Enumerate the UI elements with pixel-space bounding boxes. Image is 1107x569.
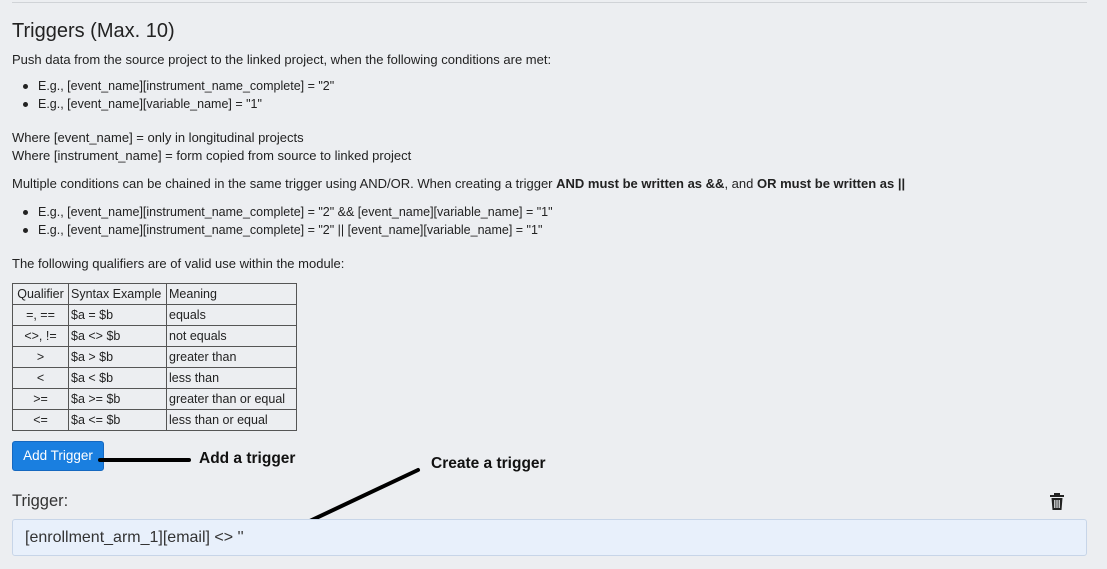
- table-row: < $a < $b less than: [12, 367, 297, 389]
- table-cell: $a < $b: [68, 367, 167, 389]
- table-cell: greater than: [166, 346, 297, 368]
- section-title: Triggers (Max. 10): [12, 20, 175, 42]
- table-header: Syntax Example: [68, 283, 167, 305]
- top-divider: [12, 2, 1087, 3]
- qualifiers-intro: The following qualifiers are of valid us…: [12, 256, 345, 271]
- chain-example-1: E.g., [event_name][instrument_name_compl…: [23, 205, 553, 219]
- table-cell: >: [12, 346, 69, 368]
- table-row: >= $a >= $b greater than or equal: [12, 388, 297, 410]
- add-trigger-button[interactable]: Add Trigger: [12, 441, 104, 471]
- chain-and-rule: AND must be written as &&: [556, 176, 725, 191]
- table-cell: $a >= $b: [68, 388, 167, 410]
- chain-text: Multiple conditions can be chained in th…: [12, 175, 905, 193]
- table-cell: less than: [166, 367, 297, 389]
- trigger-label: Trigger:: [12, 492, 69, 510]
- table-cell: greater than or equal: [166, 388, 297, 410]
- create-trigger-annotation: Create a trigger: [431, 455, 546, 472]
- where-instrument-text: Where [instrument_name] = form copied fr…: [12, 148, 412, 163]
- table-row: <= $a <= $b less than or equal: [12, 409, 297, 431]
- chain-text-2: , and: [724, 176, 757, 191]
- trash-icon[interactable]: [1049, 493, 1065, 510]
- example-item-2: E.g., [event_name][variable_name] = "1": [23, 97, 262, 111]
- table-header: Qualifier: [12, 283, 69, 305]
- table-header-row: Qualifier Syntax Example Meaning: [12, 283, 297, 305]
- example-item-1: E.g., [event_name][instrument_name_compl…: [22, 79, 335, 93]
- table-cell: <: [12, 367, 69, 389]
- table-cell: =, ==: [12, 304, 69, 326]
- chain-or-rule: OR must be written as ||: [756, 176, 906, 191]
- table-cell: $a > $b: [68, 346, 167, 368]
- table-cell: >=: [12, 388, 69, 410]
- add-trigger-annotation: Add a trigger: [199, 450, 296, 467]
- table-cell: $a <> $b: [68, 325, 167, 347]
- where-event-text: Where [event_name] = only in longitudina…: [12, 130, 304, 145]
- table-header: Meaning: [166, 283, 297, 305]
- table-cell: $a <= $b: [68, 409, 167, 431]
- chain-example-2: E.g., [event_name][instrument_name_compl…: [22, 223, 543, 237]
- table-cell: $a = $b: [68, 304, 167, 326]
- table-cell: not equals: [166, 325, 297, 347]
- table-row: <>, != $a <> $b not equals: [12, 325, 297, 347]
- trigger-input[interactable]: [enrollment_arm_1][email] <> '': [12, 519, 1087, 556]
- table-row: =, == $a = $b equals: [12, 304, 297, 326]
- table-cell: equals: [166, 304, 297, 326]
- intro-text: Push data from the source project to the…: [12, 52, 552, 67]
- chain-text-1: Multiple conditions can be chained in th…: [12, 176, 557, 191]
- qualifier-table: Qualifier Syntax Example Meaning =, == $…: [12, 283, 297, 431]
- table-cell: <>, !=: [12, 325, 69, 347]
- table-cell: less than or equal: [166, 409, 297, 431]
- table-cell: <=: [12, 409, 69, 431]
- table-row: > $a > $b greater than: [12, 346, 297, 368]
